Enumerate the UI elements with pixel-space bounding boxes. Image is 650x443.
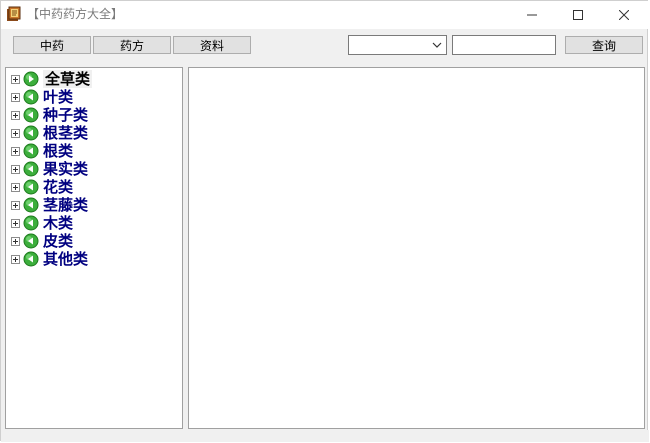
expand-icon[interactable] bbox=[11, 218, 20, 228]
book-icon bbox=[7, 6, 21, 21]
main-window: 【中药药方大全】 中药 药方 资料 查询 全草类 叶类 种子类 根茎类 根类 果… bbox=[0, 0, 649, 442]
expand-icon[interactable] bbox=[11, 164, 20, 174]
green-arrow-circle-icon bbox=[23, 107, 39, 123]
tree-item-label: 花类 bbox=[43, 178, 74, 196]
green-arrow-circle-icon bbox=[23, 251, 39, 267]
green-arrow-circle-icon bbox=[23, 125, 39, 141]
search-input[interactable] bbox=[452, 35, 556, 55]
expand-icon[interactable] bbox=[11, 182, 20, 192]
tree-item[interactable]: 根茎类 bbox=[11, 124, 88, 142]
minimize-button[interactable] bbox=[509, 1, 555, 29]
tree-item-label: 种子类 bbox=[43, 106, 89, 124]
green-arrow-circle-icon bbox=[23, 71, 39, 87]
green-arrow-circle-icon bbox=[23, 89, 39, 105]
green-arrow-circle-icon bbox=[23, 161, 39, 177]
tree-item-label: 其他类 bbox=[43, 250, 89, 268]
category-tree[interactable]: 全草类 叶类 种子类 根茎类 根类 果实类 花类 茎藤类 木类 皮类 其他类 bbox=[5, 67, 183, 429]
tree-item-label: 木类 bbox=[43, 214, 74, 232]
green-arrow-circle-icon bbox=[23, 233, 39, 249]
tree-item-label: 皮类 bbox=[43, 232, 74, 250]
title-bar[interactable]: 【中药药方大全】 bbox=[1, 1, 649, 29]
prescription-button[interactable]: 药方 bbox=[93, 36, 171, 54]
expand-icon[interactable] bbox=[11, 128, 20, 138]
tree-item-label: 全草类 bbox=[43, 70, 93, 88]
maximize-button[interactable] bbox=[555, 1, 601, 29]
green-arrow-circle-icon bbox=[23, 215, 39, 231]
expand-icon[interactable] bbox=[11, 92, 20, 102]
tree-item[interactable]: 果实类 bbox=[11, 160, 88, 178]
chevron-down-icon bbox=[432, 42, 442, 48]
green-arrow-circle-icon bbox=[23, 143, 39, 159]
tree-item[interactable]: 根类 bbox=[11, 142, 73, 160]
tree-item-label: 果实类 bbox=[43, 160, 89, 178]
close-button[interactable] bbox=[601, 1, 647, 29]
tree-item-label: 茎藤类 bbox=[43, 196, 89, 214]
tree-item[interactable]: 皮类 bbox=[11, 232, 73, 250]
expand-icon[interactable] bbox=[11, 110, 20, 120]
expand-icon[interactable] bbox=[11, 236, 20, 246]
green-arrow-circle-icon bbox=[23, 179, 39, 195]
expand-icon[interactable] bbox=[11, 74, 20, 84]
tree-item[interactable]: 叶类 bbox=[11, 88, 73, 106]
tree-item[interactable]: 种子类 bbox=[11, 106, 88, 124]
close-icon bbox=[619, 10, 629, 20]
tree-item-label: 叶类 bbox=[43, 88, 74, 106]
tree-item[interactable]: 茎藤类 bbox=[11, 196, 88, 214]
category-dropdown[interactable] bbox=[348, 35, 447, 55]
minimize-icon bbox=[527, 14, 537, 16]
green-arrow-circle-icon bbox=[23, 197, 39, 213]
expand-icon[interactable] bbox=[11, 200, 20, 210]
status-bar bbox=[1, 430, 649, 442]
tree-item[interactable]: 全草类 bbox=[11, 70, 93, 88]
tree-item-label: 根类 bbox=[43, 142, 74, 160]
search-button[interactable]: 查询 bbox=[565, 36, 643, 54]
maximize-icon bbox=[573, 10, 583, 20]
tree-item[interactable]: 木类 bbox=[11, 214, 73, 232]
tree-item[interactable]: 花类 bbox=[11, 178, 73, 196]
expand-icon[interactable] bbox=[11, 254, 20, 264]
tree-item-label: 根茎类 bbox=[43, 124, 89, 142]
tree-item[interactable]: 其他类 bbox=[11, 250, 88, 268]
reference-button[interactable]: 资料 bbox=[173, 36, 251, 54]
window-title: 【中药药方大全】 bbox=[27, 7, 124, 21]
content-panel[interactable] bbox=[188, 67, 645, 429]
chinese-medicine-button[interactable]: 中药 bbox=[13, 36, 91, 54]
expand-icon[interactable] bbox=[11, 146, 20, 156]
